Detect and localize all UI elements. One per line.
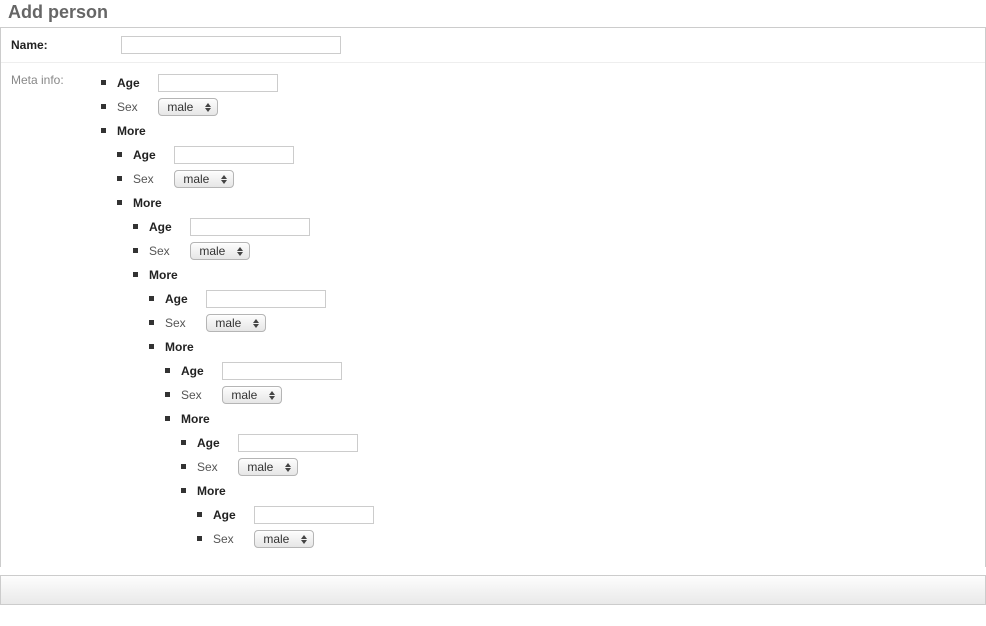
- age-item: Age: [197, 505, 374, 525]
- chevron-updown-icon: [281, 463, 295, 472]
- sex-select[interactable]: male: [206, 314, 266, 332]
- sex-select-value: male: [167, 97, 193, 117]
- name-label: Name:: [11, 38, 121, 52]
- sex-select-value: male: [183, 169, 209, 189]
- age-input[interactable]: [254, 506, 374, 524]
- chevron-updown-icon: [201, 103, 215, 112]
- more-item: More Age Sex male: [117, 193, 374, 549]
- sex-select-value: male: [215, 313, 241, 333]
- age-item: Age: [165, 361, 374, 381]
- sex-label: Sex: [213, 529, 243, 549]
- form-container: Name: Meta info: Age Sex male: [0, 27, 986, 567]
- sex-item: Sex male: [117, 169, 374, 189]
- more-label[interactable]: More: [117, 121, 147, 141]
- age-label: Age: [213, 505, 243, 525]
- more-item: More Age: [165, 409, 374, 549]
- chevron-updown-icon: [249, 319, 263, 328]
- sex-select-value: male: [263, 529, 289, 549]
- sex-label: Sex: [133, 169, 163, 189]
- more-item: More Age Sex: [133, 265, 374, 549]
- sex-select[interactable]: male: [174, 170, 234, 188]
- age-input[interactable]: [206, 290, 326, 308]
- more-item: More Age: [181, 481, 374, 549]
- age-label: Age: [117, 73, 147, 93]
- sex-select[interactable]: male: [238, 458, 298, 476]
- age-input[interactable]: [158, 74, 278, 92]
- sex-label: Sex: [149, 241, 179, 261]
- age-input[interactable]: [222, 362, 342, 380]
- chevron-updown-icon: [265, 391, 279, 400]
- sex-item: Sex male: [133, 241, 374, 261]
- age-item: Age: [133, 217, 374, 237]
- chevron-updown-icon: [217, 175, 231, 184]
- meta-list-level-2: Age Sex male: [133, 217, 374, 549]
- sex-item: Sex male: [101, 97, 374, 117]
- meta-info-label: Meta info:: [11, 69, 101, 553]
- more-label[interactable]: More: [133, 193, 163, 213]
- meta-info-row: Meta info: Age Sex male More: [1, 63, 985, 567]
- age-input[interactable]: [190, 218, 310, 236]
- sex-select[interactable]: male: [158, 98, 218, 116]
- meta-list-level-6: Age Sex: [197, 505, 374, 549]
- form-title: Add person: [8, 0, 986, 23]
- sex-select[interactable]: male: [190, 242, 250, 260]
- age-input[interactable]: [238, 434, 358, 452]
- more-label[interactable]: More: [165, 337, 195, 357]
- meta-list-level-4: Age Sex male: [165, 361, 374, 549]
- age-item: Age: [117, 145, 374, 165]
- age-input[interactable]: [174, 146, 294, 164]
- sex-select[interactable]: male: [254, 530, 314, 548]
- footer-toolbar: [0, 575, 986, 605]
- sex-item: Sex male: [181, 457, 374, 477]
- more-label[interactable]: More: [149, 265, 179, 285]
- chevron-updown-icon: [233, 247, 247, 256]
- more-label[interactable]: More: [181, 409, 211, 429]
- chevron-updown-icon: [297, 535, 311, 544]
- age-item: Age: [149, 289, 374, 309]
- name-row: Name:: [1, 28, 985, 63]
- age-label: Age: [181, 361, 211, 381]
- age-label: Age: [133, 145, 163, 165]
- sex-label: Sex: [197, 457, 227, 477]
- age-item: Age: [181, 433, 374, 453]
- meta-list-level-3: Age Sex male: [149, 289, 374, 549]
- more-item: More Age: [149, 337, 374, 549]
- age-label: Age: [197, 433, 227, 453]
- more-label[interactable]: More: [197, 481, 227, 501]
- more-item: More Age Sex male: [101, 121, 374, 549]
- sex-select[interactable]: male: [222, 386, 282, 404]
- sex-item: Sex male: [165, 385, 374, 405]
- sex-label: Sex: [165, 313, 195, 333]
- meta-list-level-0: Age Sex male More Age: [101, 69, 374, 553]
- sex-select-value: male: [199, 241, 225, 261]
- age-label: Age: [149, 217, 179, 237]
- age-label: Age: [165, 289, 195, 309]
- name-input[interactable]: [121, 36, 341, 54]
- sex-item: Sex male: [149, 313, 374, 333]
- sex-label: Sex: [181, 385, 211, 405]
- sex-select-value: male: [231, 385, 257, 405]
- age-item: Age: [101, 73, 374, 93]
- sex-label: Sex: [117, 97, 147, 117]
- sex-select-value: male: [247, 457, 273, 477]
- meta-list-level-1: Age Sex male More: [117, 145, 374, 549]
- meta-list-level-5: Age Sex male: [181, 433, 374, 549]
- sex-item: Sex male: [197, 529, 374, 549]
